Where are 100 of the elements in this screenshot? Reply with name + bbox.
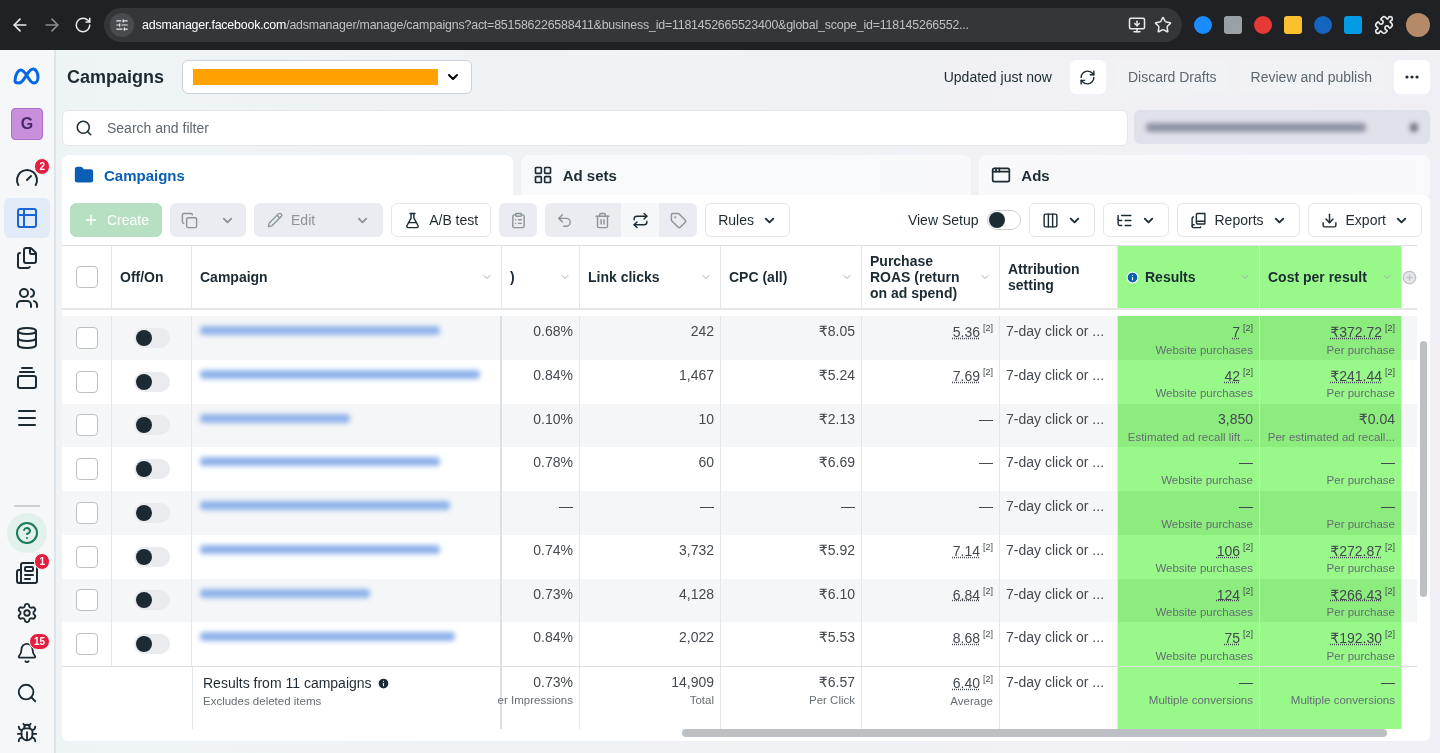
search-icon — [16, 682, 38, 704]
row-checkbox[interactable] — [75, 326, 98, 349]
sidebar-item[interactable]: 15 — [4, 633, 50, 673]
ab-test-button[interactable]: A/B test — [391, 203, 492, 237]
account-avatar[interactable]: G — [11, 108, 43, 140]
columns-icon — [1041, 211, 1059, 229]
search-input[interactable]: Search and filter — [105, 119, 1115, 137]
cell-value: ₹0.04 — [1358, 410, 1395, 427]
cell-value: 0.84% — [533, 629, 573, 646]
select-all-checkbox[interactable] — [75, 266, 98, 288]
clipboard-button[interactable] — [499, 203, 538, 237]
cell-value: 0.78% — [533, 454, 573, 471]
reports-dropdown[interactable]: Reports — [1176, 203, 1300, 237]
view-setup-switch[interactable] — [986, 210, 1021, 230]
sidebar-item[interactable]: 1 — [4, 553, 50, 593]
site-settings-icon[interactable] — [110, 13, 134, 37]
extension-icon[interactable] — [1314, 16, 1332, 34]
search-field[interactable]: Search and filter — [62, 110, 1128, 146]
campaign-toggle[interactable] — [133, 546, 170, 567]
cell-value: — — [1239, 454, 1253, 471]
cell-value: ₹5.92 — [818, 541, 855, 558]
campaign-toggle[interactable] — [133, 590, 170, 611]
cell-caption: Per purchase — [1326, 474, 1395, 487]
cell-value: 60 — [698, 454, 714, 471]
extension-icon[interactable] — [1194, 16, 1212, 34]
pages-icon — [15, 246, 39, 270]
row-checkbox[interactable] — [75, 589, 98, 612]
tab[interactable]: Campaigns — [62, 155, 513, 195]
flask-icon — [404, 211, 422, 229]
cell-value: ₹192.30 $^{[2]}$ — [1330, 629, 1395, 646]
cell-value: 4,128 — [678, 585, 714, 602]
table-row[interactable]: 0.68% 242 ₹8.05 5.36 $^{[2]}$ 7-day click or ... 7 $^{[2]}$ Website purchases ₹372.72 $^{[2]}$ Per purchase — [62, 316, 1417, 360]
cell-value: — — [841, 498, 855, 514]
refresh-button[interactable] — [1069, 60, 1106, 94]
duplicate-button[interactable] — [170, 203, 209, 237]
campaign-toggle[interactable] — [133, 634, 170, 655]
cell-value: 106 $^{[2]}$ — [1216, 541, 1253, 559]
swap-button[interactable] — [621, 203, 660, 237]
tab[interactable]: Ads — [979, 155, 1430, 195]
column-header[interactable]: Cost per result — [1260, 246, 1402, 308]
address-bar[interactable]: adsmanager.facebook.com/adsmanager/manage/campaigns?act=851586226588411&business_id=1181452665523400&global_scope_id=118145266552... — [104, 8, 1182, 42]
extension-icon[interactable] — [1254, 16, 1272, 34]
help-icon — [15, 521, 39, 545]
campaign-toggle[interactable] — [133, 371, 170, 392]
plus-icon — [83, 212, 99, 228]
cell-caption: Per purchase — [1326, 387, 1395, 400]
breakdown-dropdown[interactable] — [1102, 203, 1169, 237]
cell-caption: Website purchases — [1155, 649, 1253, 662]
cell-value: 5.36 $^{[2]}$ — [952, 323, 993, 340]
cell-caption: Per purchase — [1326, 606, 1395, 619]
campaign-toggle[interactable] — [133, 327, 170, 348]
cell-value: 7.69 $^{[2]}$ — [952, 366, 993, 384]
cell-caption: Estimated ad recall lift ... — [1127, 430, 1253, 443]
row-checkbox[interactable] — [75, 633, 98, 656]
campaign-toggle[interactable] — [133, 502, 170, 523]
cell-value: 7-day click or ... — [1006, 674, 1105, 690]
vertical-scrollbar[interactable] — [1420, 341, 1427, 597]
cell-value: 0.74% — [533, 541, 573, 558]
cell-value: ₹241.44 $^{[2]}$ — [1330, 366, 1395, 384]
cell-caption: Per purchase — [1326, 518, 1395, 530]
export-dropdown[interactable]: Export — [1307, 203, 1422, 237]
tag-icon — [669, 211, 687, 229]
profile-avatar[interactable] — [1406, 13, 1430, 37]
people-icon — [15, 286, 39, 310]
horizontal-scrollbar[interactable] — [682, 729, 1387, 737]
sidebar-item[interactable]: 2 — [4, 158, 50, 198]
cell-caption: Per estimated ad recall... — [1267, 430, 1395, 443]
cell-value: 7-day click or ... — [1006, 629, 1105, 646]
cell-value: 6.84 $^{[2]}$ — [952, 585, 993, 603]
table-row[interactable]: 0.10% 10 ₹2.13 — 7-day click or ... 3,850 Estimated ad recall lift ... ₹0.04 Per estimated ad recall... — [62, 403, 1417, 448]
bug-icon — [16, 722, 38, 744]
columns-dropdown[interactable] — [1028, 203, 1095, 237]
row-checkbox[interactable] — [75, 458, 98, 481]
swap-icon — [631, 211, 649, 229]
reports-icon — [1189, 211, 1207, 229]
table-row[interactable]: 0.73% 4,128 ₹6.10 6.84 $^{[2]}$ 7-day click or ... 124 $^{[2]}$ Website purchases ₹266.43 $^{[2]}$ Per purchase — [62, 578, 1417, 623]
meta-logo-icon — [12, 66, 42, 86]
campaign-toggle[interactable] — [133, 415, 170, 436]
trash-icon — [593, 211, 611, 229]
cell-caption: Multiple conversions — [1148, 694, 1253, 706]
cell-value: 75 $^{[2]}$ — [1224, 629, 1253, 646]
row-checkbox[interactable] — [75, 545, 98, 568]
row-checkbox[interactable] — [75, 501, 98, 524]
cell-value: 6.40 $^{[2]}$ — [952, 674, 993, 691]
column-header[interactable]: Results — [1118, 246, 1260, 308]
tab[interactable]: Ad sets — [520, 155, 972, 195]
notification-badge: 15 — [28, 633, 50, 650]
cell-value: ₹266.43 $^{[2]}$ — [1330, 585, 1395, 603]
row-checkbox[interactable] — [75, 414, 98, 437]
campaign-toggle[interactable] — [133, 459, 170, 480]
cell-caption: Website purchases — [1155, 343, 1253, 356]
rules-dropdown[interactable]: Rules — [705, 203, 790, 237]
cell-value: ₹372.72 $^{[2]}$ — [1330, 323, 1395, 340]
table-icon — [15, 206, 39, 230]
cell-value: 242 — [690, 323, 714, 339]
cell-caption: Average — [950, 694, 993, 707]
table-row[interactable]: — — — — 7-day click or ... — Website purchase — Per purchase — [62, 491, 1417, 535]
cell-value: ₹6.57 — [818, 674, 855, 690]
row-checkbox[interactable] — [75, 370, 98, 393]
puzzle-icon — [1374, 15, 1394, 35]
